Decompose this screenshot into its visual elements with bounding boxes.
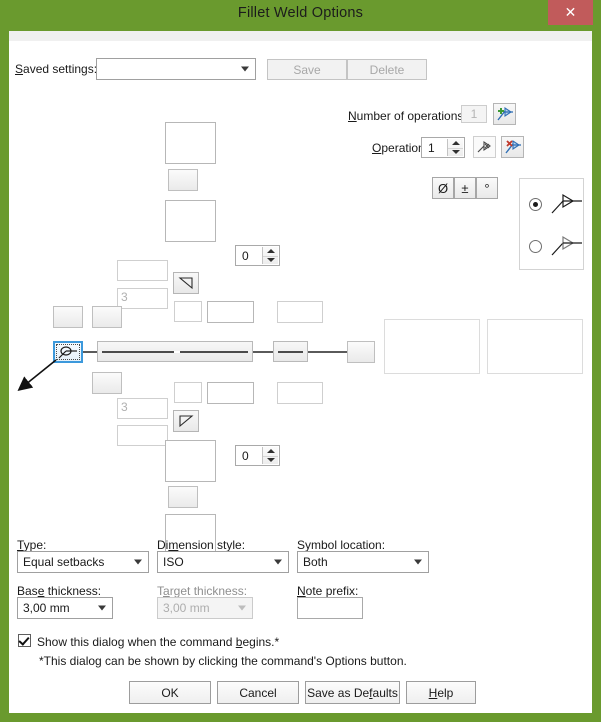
top-size-field[interactable]: 3 — [117, 288, 168, 309]
saved-settings-combo[interactable] — [96, 58, 256, 80]
diagram-box-top-len2[interactable] — [207, 301, 254, 323]
cancel-button[interactable]: Cancel — [217, 681, 299, 704]
base-thickness-value: 3,00 mm — [23, 601, 70, 615]
note-prefix-input[interactable] — [297, 597, 363, 619]
symbol-location-label: Symbol location: — [297, 538, 386, 552]
arrow-side-option-2[interactable] — [529, 240, 542, 253]
number-of-operations-value: 1 — [461, 105, 487, 123]
spin-down-icon[interactable] — [448, 148, 463, 157]
fillet-triangle-right-icon[interactable] — [173, 410, 199, 432]
preview-box-left[interactable] — [384, 319, 480, 374]
add-operation-icon[interactable] — [493, 103, 516, 125]
base-thickness-label: Base thickness: — [17, 584, 102, 598]
diagram-button-left-upper[interactable] — [53, 306, 83, 328]
type-label: Type: — [17, 538, 47, 552]
close-icon[interactable]: ✕ — [548, 0, 593, 25]
leader-line-segment-3 — [308, 351, 347, 353]
operation-stepper[interactable]: 1 — [421, 137, 465, 158]
saved-settings-label: Saved settings: — [15, 62, 98, 76]
top-angle-value: 0 — [242, 248, 249, 263]
title-bar: Fillet Weld Options ✕ — [0, 0, 601, 31]
diameter-label: Ø — [437, 180, 449, 196]
chevron-down-icon — [241, 66, 249, 72]
arrow-side-option-1[interactable] — [529, 198, 542, 211]
dialog-body: Saved settings: Save Delete Number of op… — [9, 31, 592, 713]
weld-arrow-hollow-icon — [550, 233, 584, 257]
type-combo[interactable]: Equal setbacks — [17, 551, 149, 573]
operation-label: Operation: — [372, 141, 429, 155]
diagram-box-top-prefix[interactable] — [117, 260, 168, 281]
pick-operation-icon[interactable] — [473, 136, 496, 158]
save-as-defaults-button[interactable]: Save as De f aults — [305, 681, 400, 704]
base-thickness-combo[interactable]: 3,00 mm — [17, 597, 113, 619]
diagram-box-top-len1[interactable] — [174, 301, 202, 322]
show-dialog-footnote: *This dialog can be shown by clicking th… — [39, 654, 407, 668]
chevron-down-icon — [274, 559, 282, 565]
weld-arrow-filled-icon — [550, 191, 584, 215]
symbol-location-combo[interactable]: Both — [297, 551, 429, 573]
degree-label: ° — [484, 180, 490, 196]
diameter-symbol-button[interactable]: Ø — [432, 177, 454, 199]
remove-operation-icon[interactable] — [501, 136, 524, 158]
diagram-box-top-text[interactable] — [165, 200, 216, 242]
spacer — [174, 351, 180, 353]
chevron-down-icon — [134, 559, 142, 565]
dimension-style-combo[interactable]: ISO — [157, 551, 289, 573]
save-button[interactable]: Save — [267, 59, 347, 80]
weld-reference-line-tail[interactable] — [273, 341, 308, 362]
leader-arrow-pointer — [17, 359, 57, 392]
number-of-operations-label: Number of operations: — [348, 109, 467, 123]
top-strip — [9, 31, 592, 41]
bottom-size-field[interactable]: 3 — [117, 398, 168, 419]
note-prefix-label: Note prefix: — [297, 584, 359, 598]
diagram-box-bottom-prefix[interactable] — [117, 425, 168, 446]
preview-box-right[interactable] — [487, 319, 583, 374]
top-angle-spin-buttons[interactable] — [262, 247, 278, 264]
plusminus-symbol-button[interactable]: ± — [454, 177, 476, 199]
top-angle-stepper[interactable]: 0 — [235, 245, 280, 266]
ok-button[interactable]: OK — [129, 681, 211, 704]
chevron-down-icon — [414, 559, 422, 565]
spin-down-icon[interactable] — [263, 456, 278, 465]
bottom-angle-value: 0 — [242, 448, 249, 463]
show-dialog-checkbox[interactable] — [18, 634, 31, 647]
spin-down-icon[interactable] — [263, 256, 278, 265]
diagram-button-tail[interactable] — [347, 341, 375, 363]
delete-button[interactable]: Delete — [347, 59, 427, 80]
diagram-box-top-pitch[interactable] — [277, 301, 323, 323]
arrow-side-panel — [519, 178, 584, 270]
diagram-button-bottom-symbol[interactable] — [168, 486, 198, 508]
target-thickness-combo: 3,00 mm — [157, 597, 253, 619]
window-title: Fillet Weld Options — [237, 5, 364, 21]
diagram-box-bottom-len1[interactable] — [174, 382, 202, 403]
diagram-button-top-symbol[interactable] — [168, 169, 198, 191]
symbol-location-value: Both — [303, 555, 328, 569]
degree-symbol-button[interactable]: ° — [476, 177, 498, 199]
type-value: Equal setbacks — [23, 555, 105, 569]
diagram-box-bottom-len2[interactable] — [207, 382, 254, 404]
chevron-down-icon — [98, 605, 106, 611]
plusminus-label: ± — [461, 180, 469, 196]
operation-value: 1 — [428, 140, 435, 155]
target-thickness-label: Target thickness: — [157, 584, 248, 598]
dimension-style-label: Dimension style: — [157, 538, 246, 552]
leader-line-segment-1 — [83, 351, 97, 353]
leader-line-segment-2 — [253, 351, 273, 353]
diagram-box-bottom-pitch[interactable] — [277, 382, 323, 404]
chevron-down-icon — [238, 605, 246, 611]
bottom-angle-stepper[interactable]: 0 — [235, 445, 280, 466]
diagram-button-left-upper-2[interactable] — [92, 306, 122, 328]
diagram-button-left-lower[interactable] — [92, 372, 122, 394]
diagram-box-top-note[interactable] — [165, 122, 216, 164]
target-thickness-value: 3,00 mm — [163, 601, 210, 615]
operation-spin-buttons[interactable] — [447, 139, 463, 156]
help-button[interactable]: Help — [406, 681, 476, 704]
diagram-box-bottom-text[interactable] — [165, 440, 216, 482]
bottom-angle-spin-buttons[interactable] — [262, 447, 278, 464]
fillet-weld-options-window: Fillet Weld Options ✕ Saved settings: Sa… — [0, 0, 601, 722]
dimension-style-value: ISO — [163, 555, 184, 569]
fillet-triangle-left-icon[interactable] — [173, 272, 199, 294]
show-dialog-label[interactable]: Show this dialog when the command begins… — [37, 635, 279, 649]
